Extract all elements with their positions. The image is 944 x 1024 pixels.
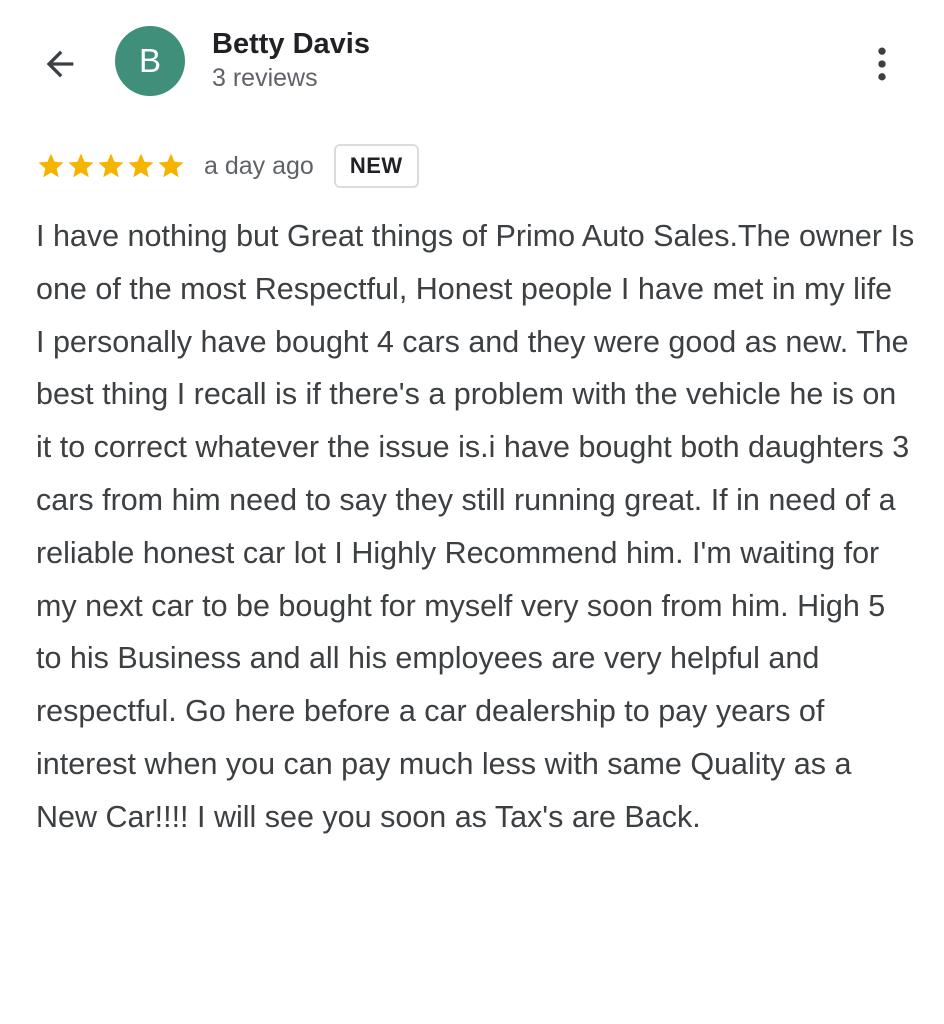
star-icon: [98, 153, 124, 178]
star-icon: [158, 153, 184, 178]
avatar[interactable]: B: [115, 26, 185, 96]
new-badge: NEW: [333, 144, 419, 188]
reviewer-review-count: 3 reviews: [212, 64, 318, 92]
star-icon: [38, 153, 64, 178]
star-icon: [68, 153, 94, 178]
review-time: a day ago: [204, 151, 314, 180]
avatar-letter: B: [138, 42, 161, 79]
reviewer-name[interactable]: Betty Davis: [212, 28, 370, 61]
more-vert-icon: [878, 47, 886, 81]
arrow-back-icon: [46, 50, 74, 78]
back-button[interactable]: [36, 40, 84, 88]
review-detail-page: B Betty Davis 3 reviews a day ago NEW I …: [0, 0, 944, 1024]
star-icon: [128, 153, 154, 178]
star-rating: [36, 151, 186, 181]
review-text: I have nothing but Great things of Primo…: [36, 219, 915, 834]
review-meta-row: a day ago NEW: [36, 142, 419, 190]
review-header: B Betty Davis 3 reviews: [0, 0, 944, 120]
more-options-button[interactable]: [856, 38, 908, 90]
